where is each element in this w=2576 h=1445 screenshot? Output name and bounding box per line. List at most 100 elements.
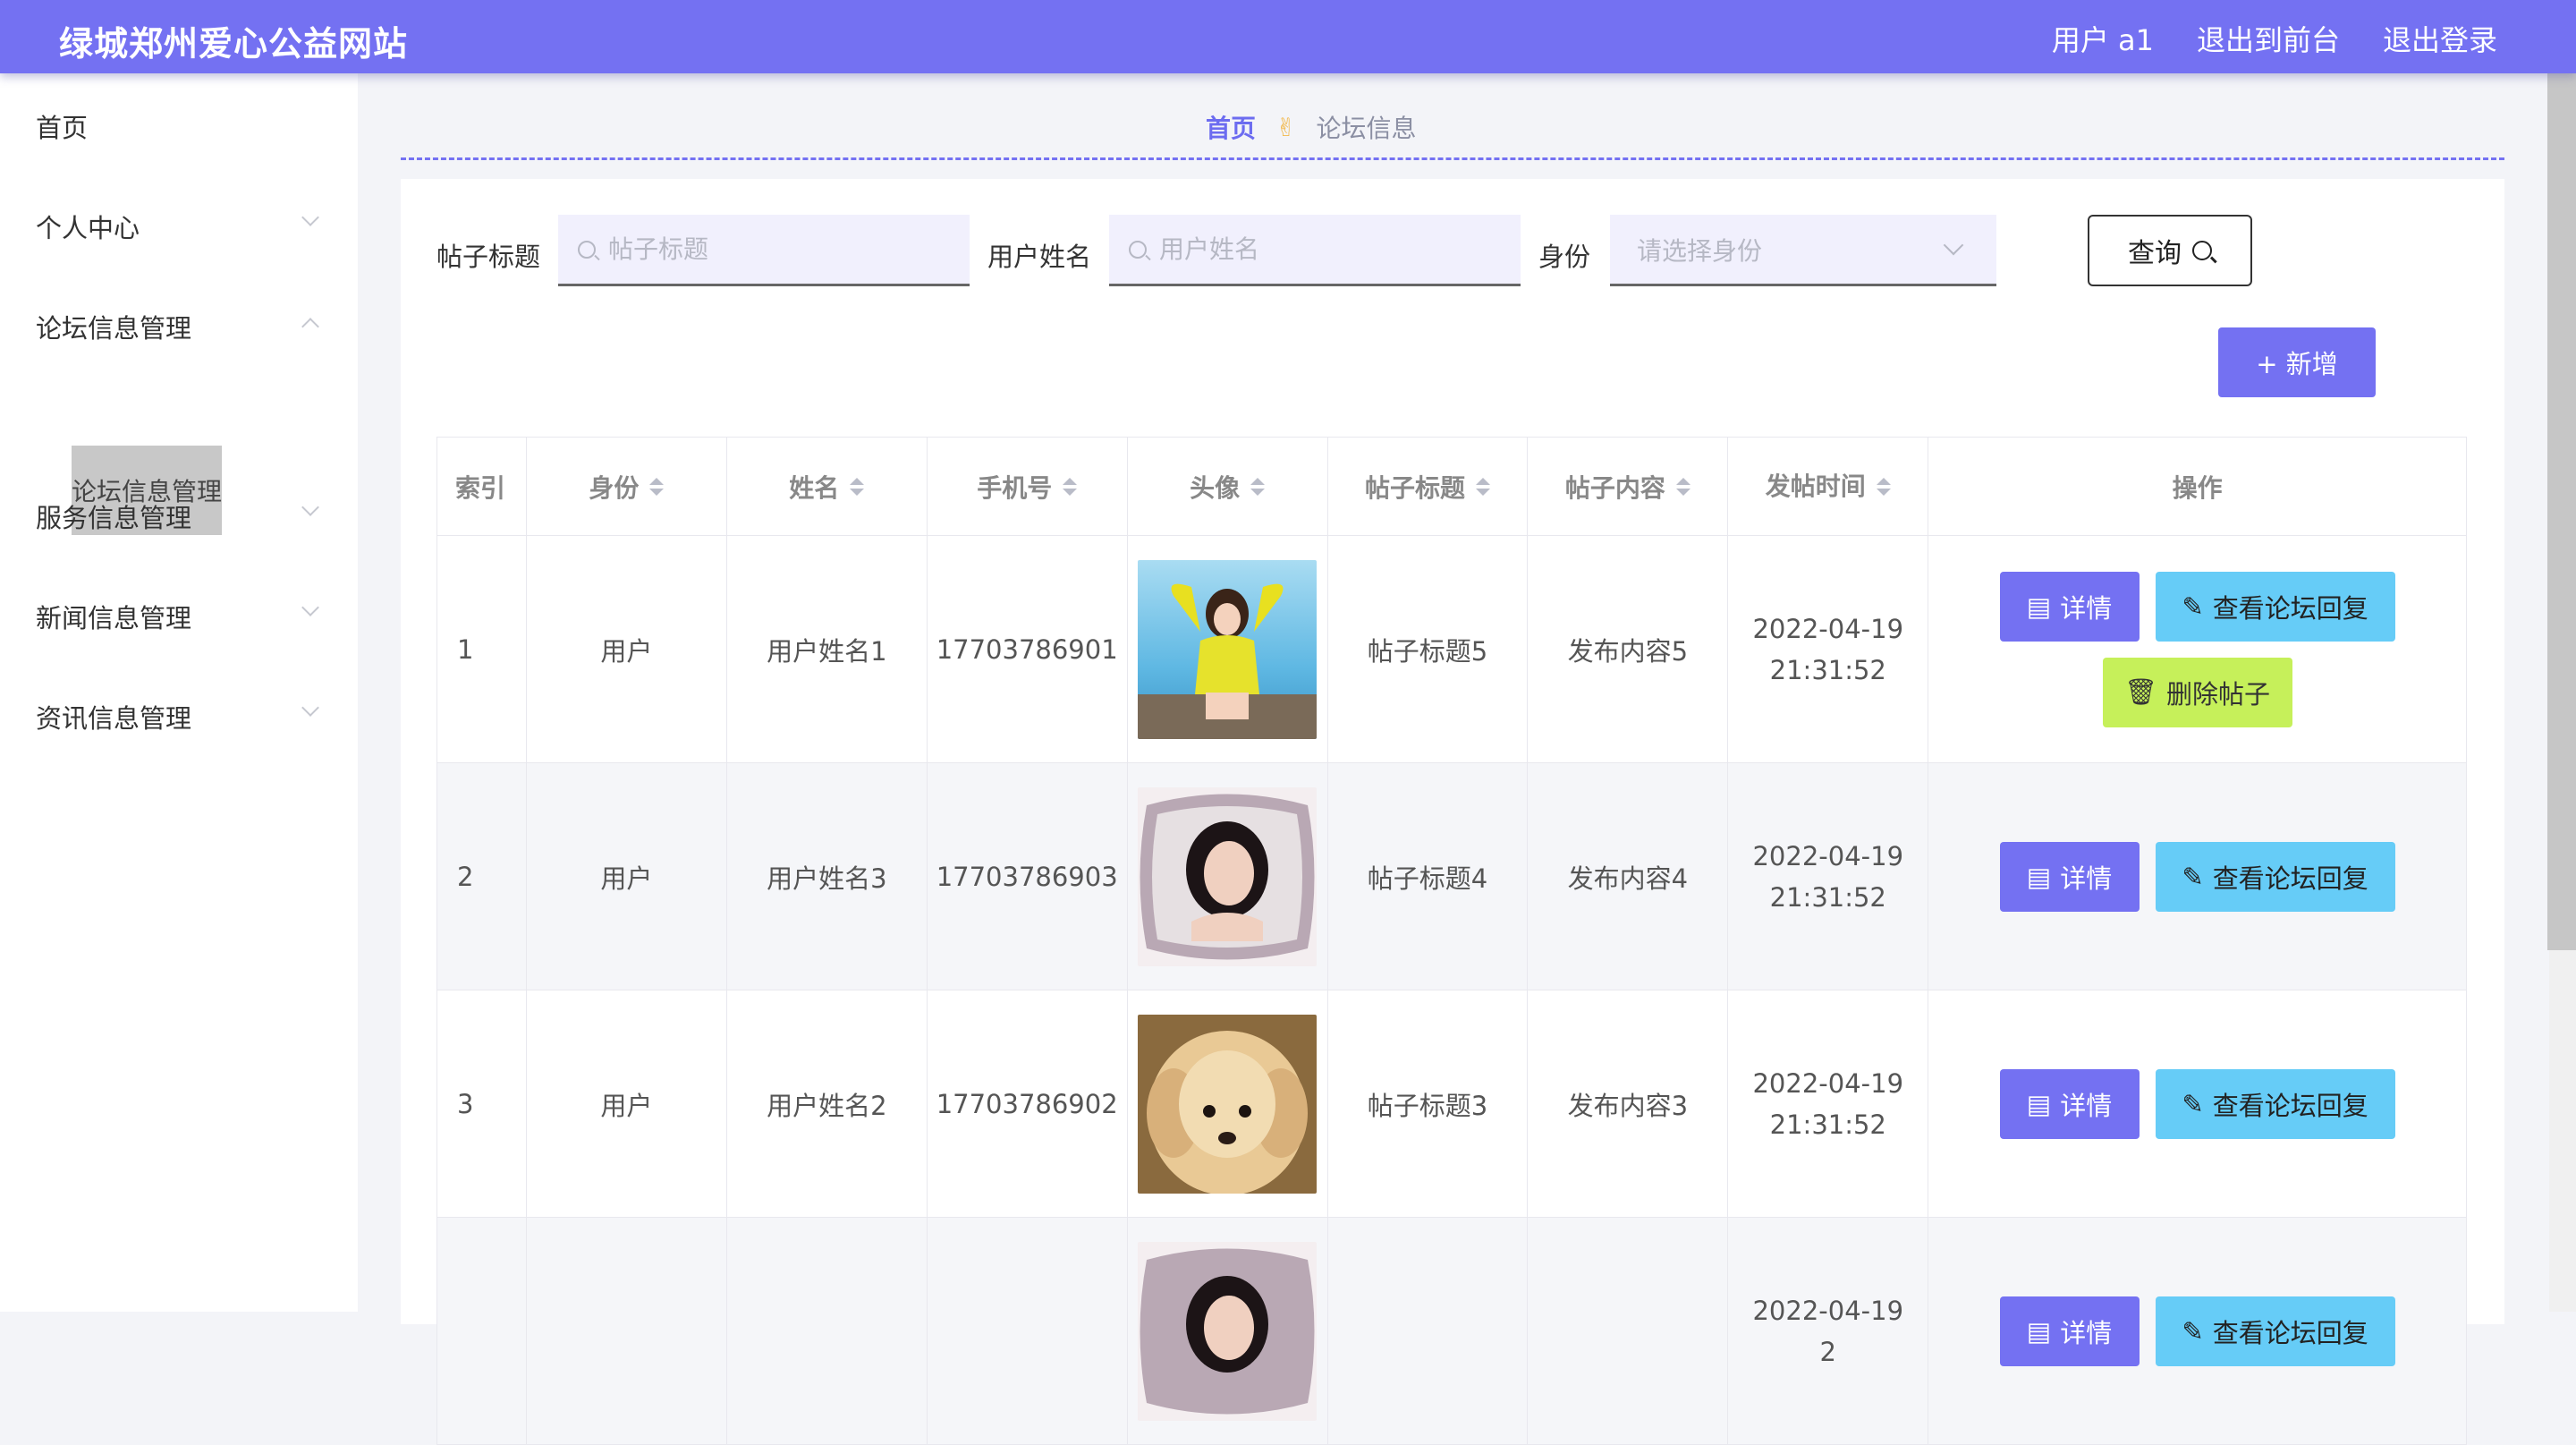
header-post-title[interactable]: 帖子标题 [1327, 438, 1529, 536]
sort-icon[interactable] [1876, 477, 1891, 496]
post-title-field [558, 215, 970, 286]
divider [401, 157, 2504, 160]
edit-icon: ✎ [2182, 861, 2204, 892]
user-name-label: 用户姓名 [987, 242, 1092, 272]
sort-icon[interactable] [1475, 477, 1490, 496]
cell-role: 用户 [526, 990, 727, 1218]
user-name-field [1109, 215, 1521, 286]
edit-icon: ✎ [2182, 1088, 2204, 1119]
cell-name: 用户姓名2 [726, 990, 928, 1218]
query-button[interactable]: 查询 [2088, 215, 2252, 286]
sidebar-item-service-management[interactable]: 服务信息管理 [36, 497, 322, 535]
document-icon: ▤ [2026, 861, 2052, 892]
breadcrumb-current: 论坛信息 [1316, 114, 1417, 143]
cell-post-content: 发布内容5 [1528, 536, 1729, 763]
sidebar-item-personal-center[interactable]: 个人中心 [36, 208, 322, 245]
avatar-image[interactable] [1138, 1241, 1318, 1421]
document-icon: ▤ [2026, 1315, 2052, 1347]
header-index: 索引 [437, 438, 527, 536]
header-role[interactable]: 身份 [526, 438, 727, 536]
view-replies-button[interactable]: ✎ 查看论坛回复 [2155, 841, 2395, 912]
cell-phone: 17703786901 [927, 536, 1128, 763]
search-icon [2192, 241, 2212, 260]
main-content: 首页 ✌ 论坛信息 帖子标题 用户姓名 身份 请选择身份 查询 [358, 73, 2549, 1445]
cell-role: 用户 [526, 763, 727, 990]
table-row: 1 用户 用户姓名1 17703786901 帖子标题5 发布内容5 2022-… [437, 536, 2467, 763]
sidebar: 首页 个人中心 论坛信息管理 论坛信息管理 服务信息管理 新闻信息管理 资讯信息… [0, 73, 358, 1312]
table-row: 2 用户 用户姓名3 17703786903 帖子标题4 发布内容4 2022-… [437, 763, 2467, 990]
avatar-image[interactable] [1138, 559, 1318, 739]
avatar-image[interactable] [1138, 786, 1318, 966]
breadcrumb: 首页 ✌ 论坛信息 [1206, 109, 1417, 145]
edit-icon: ✎ [2182, 591, 2204, 622]
cell-post-time: 2022-04-19 2 [1728, 1218, 1929, 1445]
role-select-placeholder: 请选择身份 [1637, 235, 1763, 266]
cell-post-content: 发布内容3 [1528, 990, 1729, 1218]
role-select[interactable]: 请选择身份 [1610, 215, 1996, 286]
header-avatar[interactable]: 头像 [1127, 438, 1328, 536]
scrollbar-thumb[interactable] [2547, 73, 2576, 950]
sidebar-item-news-management[interactable]: 新闻信息管理 [36, 598, 322, 635]
cell-post-content: 发布内容4 [1528, 763, 1729, 990]
document-icon: ▤ [2026, 591, 2052, 622]
header-post-content[interactable]: 帖子内容 [1528, 438, 1729, 536]
cell-name [726, 1218, 928, 1445]
cell-phone: 17703786903 [927, 763, 1128, 990]
cell-post-title: 帖子标题3 [1327, 990, 1529, 1218]
edit-icon: ✎ [2182, 1315, 2204, 1347]
forum-table: 索引 身份 姓名 手机号 头像 帖子标题 帖子内容 发帖时间 操作 1 用户 用… [436, 437, 2467, 1445]
sort-icon[interactable] [850, 477, 865, 496]
sort-icon[interactable] [1250, 477, 1266, 496]
cell-phone: 17703786902 [927, 990, 1128, 1218]
table-header-row: 索引 身份 姓名 手机号 头像 帖子标题 帖子内容 发帖时间 操作 [437, 438, 2467, 536]
delete-post-button[interactable]: 🗑 删除帖子 [2102, 657, 2292, 727]
sidebar-item-info-management[interactable]: 资讯信息管理 [36, 698, 322, 735]
table-row: 2022-04-19 2 ▤ 详情 ✎ 查看论坛回复 [437, 1218, 2467, 1445]
avatar-image[interactable] [1138, 1014, 1318, 1194]
view-replies-button[interactable]: ✎ 查看论坛回复 [2155, 1068, 2395, 1139]
table-row: 3 用户 用户姓名2 17703786902 帖子标题3 发布内容3 2022-… [437, 990, 2467, 1218]
sort-icon[interactable] [1063, 477, 1078, 496]
cell-avatar [1127, 990, 1328, 1218]
content-card: 帖子标题 用户姓名 身份 请选择身份 查询 + 新增 索 [401, 179, 2504, 1445]
search-icon [578, 240, 596, 259]
cell-post-title: 帖子标题5 [1327, 536, 1529, 763]
user-name-input[interactable] [1159, 234, 1513, 264]
cell-actions: ▤ 详情 ✎ 查看论坛回复 [1928, 763, 2467, 990]
cell-name: 用户姓名1 [726, 536, 928, 763]
cell-phone [927, 1218, 1128, 1445]
header-name[interactable]: 姓名 [726, 438, 928, 536]
cell-actions: ▤ 详情 ✎ 查看论坛回复 🗑 删除帖子 [1928, 536, 2467, 763]
cell-avatar [1127, 763, 1328, 990]
cell-index: 3 [437, 990, 527, 1218]
top-header: 绿城郑州爱心公益网站 用户 a1 退出到前台 退出登录 [0, 0, 2576, 73]
sidebar-item-forum-management[interactable]: 论坛信息管理 [36, 308, 322, 345]
sort-icon[interactable] [649, 477, 665, 496]
sidebar-item-home[interactable]: 首页 [36, 107, 322, 145]
header-post-time[interactable]: 发帖时间 [1728, 438, 1929, 536]
logout-link[interactable]: 退出登录 [2383, 18, 2497, 59]
header-phone[interactable]: 手机号 [927, 438, 1128, 536]
victory-hand-icon: ✌ [1275, 112, 1297, 142]
detail-button[interactable]: ▤ 详情 [1999, 571, 2140, 642]
sort-icon[interactable] [1675, 477, 1690, 496]
user-account-link[interactable]: 用户 a1 [2052, 18, 2154, 59]
cell-name: 用户姓名3 [726, 763, 928, 990]
add-button[interactable]: + 新增 [2218, 327, 2376, 397]
query-button-label: 查询 [2128, 238, 2182, 269]
cell-post-time: 2022-04-19 21:31:52 [1728, 763, 1929, 990]
post-title-label: 帖子标题 [436, 242, 541, 272]
exit-to-frontend-link[interactable]: 退出到前台 [2197, 18, 2340, 59]
document-icon: ▤ [2026, 1088, 2052, 1119]
detail-button[interactable]: ▤ 详情 [1999, 1296, 2140, 1366]
view-replies-button[interactable]: ✎ 查看论坛回复 [2155, 1296, 2395, 1366]
role-label: 身份 [1538, 242, 1591, 272]
detail-button[interactable]: ▤ 详情 [1999, 1068, 2140, 1139]
view-replies-button[interactable]: ✎ 查看论坛回复 [2155, 571, 2395, 642]
search-icon [1129, 240, 1147, 259]
chevron-down-icon [1943, 234, 1964, 256]
breadcrumb-home[interactable]: 首页 [1206, 109, 1256, 145]
site-title: 绿城郑州爱心公益网站 [59, 24, 409, 64]
post-title-input[interactable] [608, 234, 962, 264]
detail-button[interactable]: ▤ 详情 [1999, 841, 2140, 912]
